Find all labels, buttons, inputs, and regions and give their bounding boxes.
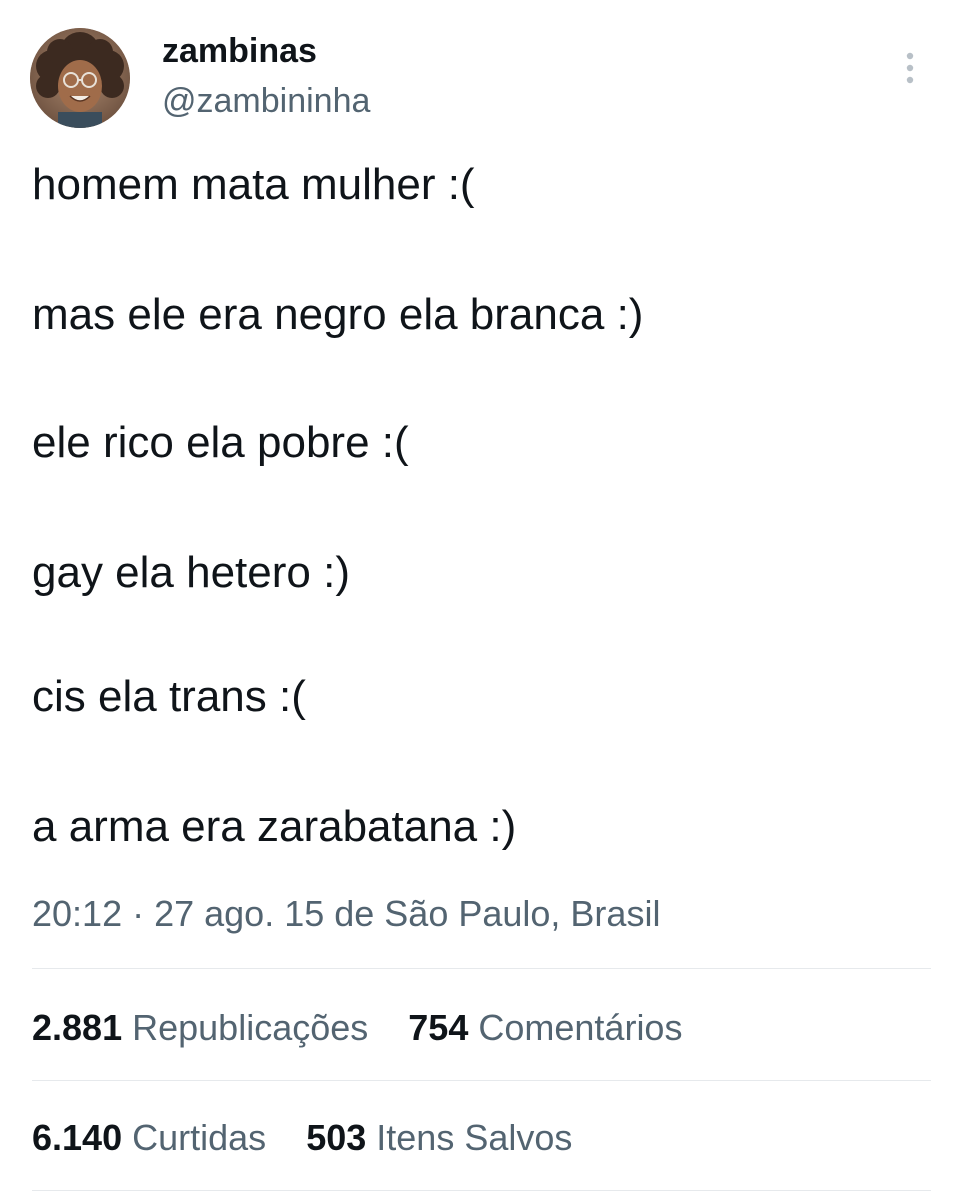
tweet-line: homem mata mulher :( (32, 160, 475, 209)
comments-stat[interactable]: 754 Comentários (408, 1004, 682, 1052)
reposts-label: Republicações (132, 1007, 369, 1048)
display-name[interactable]: zambinas (162, 30, 317, 72)
likes-count: 6.140 (32, 1117, 123, 1158)
bookmarks-label: Itens Salvos (376, 1117, 573, 1158)
likes-label: Curtidas (132, 1117, 267, 1158)
more-options-icon[interactable] (898, 50, 922, 86)
tweet-line: a arma era zarabatana :) (32, 802, 517, 851)
tweet-timestamp-location[interactable]: 20:12 · 27 ago. 15 de São Paulo, Brasil (32, 890, 660, 938)
tweet-line: mas ele era negro ela branca :) (32, 290, 644, 339)
avatar[interactable] (30, 28, 130, 128)
comments-label: Comentários (478, 1007, 683, 1048)
bookmarks-stat[interactable]: 503 Itens Salvos (306, 1114, 572, 1162)
bookmarks-count: 503 (306, 1117, 367, 1158)
tweet: zambinas @zambininha homem mata mulher :… (0, 0, 961, 1200)
stats-row-engagement: 2.881 Republicações 754 Comentários (32, 1004, 712, 1052)
reposts-stat[interactable]: 2.881 Republicações (32, 1004, 368, 1052)
reposts-count: 2.881 (32, 1007, 123, 1048)
divider (32, 968, 931, 969)
stats-row-saves: 6.140 Curtidas 503 Itens Salvos (32, 1114, 602, 1162)
likes-stat[interactable]: 6.140 Curtidas (32, 1114, 266, 1162)
comments-count: 754 (408, 1007, 469, 1048)
tweet-line: cis ela trans :( (32, 672, 306, 721)
user-handle[interactable]: @zambininha (162, 80, 370, 122)
tweet-line: ele rico ela pobre :( (32, 418, 409, 467)
avatar-image (30, 28, 130, 128)
divider (32, 1190, 931, 1191)
divider (32, 1080, 931, 1081)
vertical-ellipsis-icon (906, 52, 914, 84)
tweet-line: gay ela hetero :) (32, 548, 350, 597)
